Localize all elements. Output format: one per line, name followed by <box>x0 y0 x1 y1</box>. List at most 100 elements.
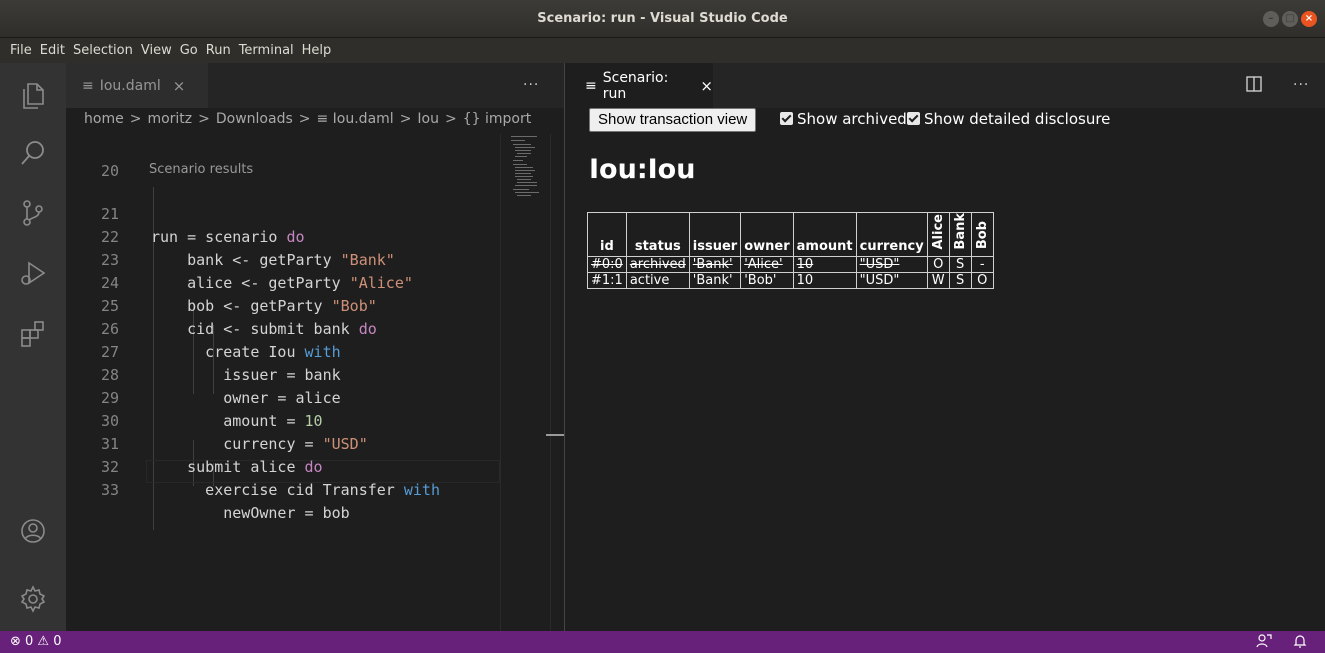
menu-run[interactable]: Run <box>202 38 235 63</box>
scenario-results-view: Show transaction view Show archived Show… <box>565 108 1325 631</box>
source-control-icon[interactable] <box>17 197 49 229</box>
more-actions-icon[interactable]: ··· <box>523 77 539 93</box>
code-line: 27 issuer = bank <box>66 318 500 384</box>
file-lines-icon: ≡ <box>585 77 597 94</box>
editor-scrollbar[interactable] <box>550 134 564 631</box>
minimize-button[interactable]: – <box>1263 11 1279 27</box>
menu-bar: File Edit Selection View Go Run Terminal… <box>0 38 1325 63</box>
cell-bob: - <box>970 255 994 273</box>
breadcrumb-downloads[interactable]: Downloads <box>216 111 293 134</box>
table-row-active: #1:1 active 'Bank' 'Bob' 10 "USD" W S O <box>587 271 994 289</box>
code-line: 24 bob <- getParty "Bob" <box>66 249 500 315</box>
breadcrumb-module[interactable]: Iou <box>417 111 439 134</box>
column-header-amount: amount <box>792 212 857 257</box>
table-header-row: id status issuer owner amount currency A… <box>587 212 994 257</box>
code-line: 26 create Iou with <box>66 295 500 361</box>
cell-bank: S <box>948 255 972 273</box>
extensions-icon[interactable] <box>17 317 49 349</box>
code-line: 22 bank <- getParty "Bank" <box>66 203 500 269</box>
feedback-icon[interactable] <box>1256 633 1272 653</box>
cell-id: #1:1 <box>587 271 627 289</box>
menu-selection[interactable]: Selection <box>69 38 137 63</box>
activity-bar <box>0 63 66 631</box>
status-bar: ⊗ 0 ⚠ 0 <box>0 631 1325 653</box>
menu-go[interactable]: Go <box>176 38 202 63</box>
problems-indicator[interactable]: ⊗ 0 ⚠ 0 <box>10 634 62 649</box>
show-archived-checkbox[interactable] <box>780 112 793 125</box>
breadcrumb-file[interactable]: ≡ Iou.daml <box>316 111 393 134</box>
cell-issuer: 'Bank' <box>688 255 742 273</box>
close-tab-icon[interactable]: × <box>700 77 713 95</box>
menu-view[interactable]: View <box>137 38 176 63</box>
cell-owner: 'Bob' <box>740 271 794 289</box>
explorer-icon[interactable] <box>17 79 49 111</box>
cell-amount: 10 <box>792 271 857 289</box>
show-transaction-view-button[interactable]: Show transaction view <box>589 108 757 132</box>
column-header-issuer: issuer <box>688 212 742 257</box>
column-header-currency: currency <box>855 212 928 257</box>
notifications-bell-icon[interactable] <box>1292 633 1308 653</box>
maximize-button[interactable]: □ <box>1282 11 1298 27</box>
column-header-party-alice: Alice <box>926 212 950 257</box>
cell-status: archived <box>625 255 690 273</box>
cell-bob: O <box>970 271 994 289</box>
breadcrumb-moritz[interactable]: moritz <box>147 111 192 134</box>
cell-currency: "USD" <box>855 271 928 289</box>
column-header-status: status <box>625 212 690 257</box>
code-line: 21 run = scenario do <box>66 180 500 246</box>
menu-help[interactable]: Help <box>298 38 336 63</box>
menu-edit[interactable]: Edit <box>36 38 69 63</box>
show-detailed-disclosure-checkbox[interactable] <box>907 112 920 125</box>
show-detailed-disclosure-label: Show detailed disclosure <box>924 110 1111 128</box>
search-icon[interactable] <box>17 137 49 169</box>
breadcrumb: home > moritz > Downloads > ≡ Iou.daml >… <box>66 108 564 134</box>
code-line: 31 submit alice do <box>66 410 500 476</box>
left-tab-bar: ≡ Iou.daml × ··· <box>66 63 564 108</box>
breadcrumb-separator: > <box>298 111 311 127</box>
account-icon[interactable] <box>17 515 49 547</box>
code-line: 20 <box>66 137 500 180</box>
minimap[interactable] <box>500 134 550 631</box>
tab-scenario-run[interactable]: ≡ Scenario: run × <box>565 63 713 108</box>
file-lines-icon: ≡ <box>82 77 94 94</box>
tab-label: Iou.daml <box>99 77 161 94</box>
cell-amount: 10 <box>792 255 857 273</box>
window-controls: – □ × <box>1263 11 1317 27</box>
breadcrumb-separator: > <box>445 111 457 127</box>
close-tab-icon[interactable]: × <box>173 77 186 95</box>
settings-gear-icon[interactable] <box>17 583 49 615</box>
column-header-party-bob: Bob <box>970 212 994 257</box>
code-line: 23 alice <- getParty "Alice" <box>66 226 500 292</box>
line-number: 33 <box>100 481 119 499</box>
close-button[interactable]: × <box>1301 11 1317 27</box>
window-title: Scenario: run - Visual Studio Code <box>537 11 788 26</box>
cell-owner: 'Alice' <box>740 255 794 273</box>
menu-file[interactable]: File <box>6 38 36 63</box>
breadcrumb-home[interactable]: home <box>84 111 124 134</box>
column-header-party-bank: Bank <box>948 212 972 257</box>
menu-terminal[interactable]: Terminal <box>235 38 298 63</box>
code-text: exercise cid Transfer with <box>151 481 440 499</box>
cell-bank: S <box>948 271 972 289</box>
cell-status: active <box>625 271 690 289</box>
tab-iou-daml[interactable]: ≡ Iou.daml × <box>66 63 208 108</box>
code-editor[interactable]: 20 Scenario results 21 run = scenario do… <box>66 134 500 631</box>
cell-currency: "USD" <box>855 255 928 273</box>
more-actions-icon[interactable]: ··· <box>1293 77 1309 93</box>
column-header-id: id <box>587 212 627 257</box>
scroll-position-marker <box>546 434 564 436</box>
column-header-owner: owner <box>740 212 794 257</box>
breadcrumb-separator: > <box>198 111 210 127</box>
title-bar: Scenario: run - Visual Studio Code – □ × <box>0 0 1325 38</box>
contracts-table: id status issuer owner amount currency A… <box>587 212 994 289</box>
split-editor-icon[interactable] <box>1245 75 1263 93</box>
code-lens-scenario-results[interactable]: Scenario results <box>149 162 253 177</box>
template-heading: Iou:Iou <box>589 154 696 185</box>
code-line: 29 amount = 10 <box>66 364 500 430</box>
right-tab-bar: ≡ Scenario: run × ··· <box>565 63 1325 108</box>
breadcrumb-symbol[interactable]: {} import <box>463 111 532 134</box>
code-line: 30 currency = "USD" <box>66 387 500 453</box>
code-line: 28 owner = alice <box>66 341 500 407</box>
cell-alice: W <box>926 271 950 289</box>
run-debug-icon[interactable] <box>17 257 49 289</box>
